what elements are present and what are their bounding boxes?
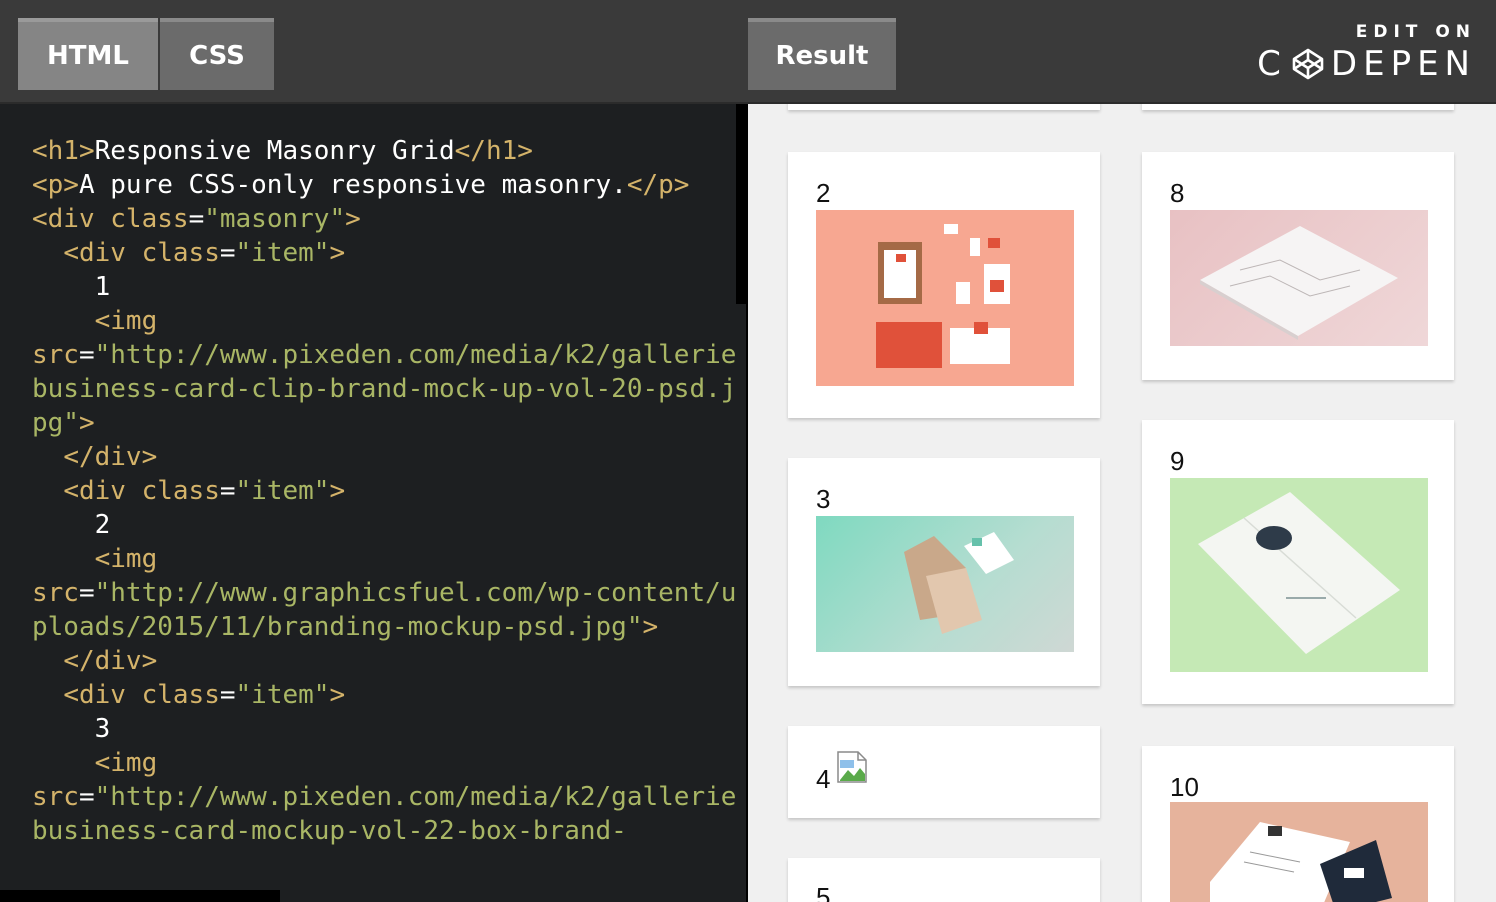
- code-token: A pure CSS-only responsive masonry.: [78, 170, 627, 200]
- top-bar: HTML CSS Result EDIT ON C DEPEN: [0, 0, 1496, 104]
- code-token: class: [141, 476, 220, 506]
- code-token: class: [141, 238, 220, 268]
- item-image: [816, 210, 1074, 386]
- code-token: </div>: [63, 442, 158, 472]
- item-number: 10: [1170, 772, 1199, 802]
- result-preview[interactable]: 2 3 4 5 8 9 10: [748, 104, 1496, 902]
- code-token: =: [188, 204, 205, 234]
- tab-html[interactable]: HTML: [18, 18, 158, 90]
- code-token: =: [219, 680, 236, 710]
- item-number: 2: [816, 178, 831, 208]
- code-token: 1: [94, 272, 111, 302]
- code-token: 2: [94, 510, 111, 540]
- code-token: >: [345, 204, 361, 234]
- masonry-item: 5: [788, 858, 1100, 902]
- masonry-item: 3: [788, 458, 1100, 686]
- code-token: =: [78, 578, 95, 608]
- editor-horizontal-scrollbar[interactable]: [0, 890, 280, 902]
- edit-on-label: EDIT ON: [1355, 22, 1476, 42]
- code-token: =: [219, 238, 236, 268]
- code-token: =: [219, 476, 236, 506]
- code-token: </p>: [626, 170, 690, 200]
- folded-card-image: [1198, 492, 1400, 654]
- code-token: =: [78, 340, 95, 370]
- masonry-item: 9: [1142, 420, 1454, 704]
- code-token: <img: [94, 306, 158, 336]
- code-token: "masonry": [204, 204, 346, 234]
- code-token: >: [329, 680, 346, 710]
- masonry-item: 8: [1142, 152, 1454, 380]
- code-token: <h1>: [32, 136, 95, 166]
- code-token: >: [642, 612, 659, 642]
- broken-image-icon: [837, 751, 867, 783]
- code-token: <div: [63, 476, 142, 506]
- letterhead-mockup-image: [1210, 822, 1392, 902]
- code-token: >: [329, 238, 346, 268]
- code-token: Responsive Masonry Grid: [94, 136, 455, 166]
- codepen-logo-c: C: [1257, 44, 1287, 84]
- code-token: >: [329, 476, 346, 506]
- code-token: <div: [32, 204, 111, 234]
- code-token: =: [78, 782, 95, 812]
- code-token: src: [32, 782, 79, 812]
- masonry-item: [1142, 104, 1454, 110]
- code-token: <p>: [32, 170, 79, 200]
- business-card-box-image: [904, 532, 1014, 634]
- code-token: <div: [63, 238, 142, 268]
- code-token: src: [32, 340, 79, 370]
- item-number: 9: [1170, 446, 1185, 476]
- code-token: "http://www.graphicsfuel.com/wp-content/…: [32, 578, 737, 642]
- masonry-item: 10: [1142, 746, 1454, 902]
- codepen-logo: C DEPEN: [1257, 44, 1476, 84]
- codepen-cube-icon: [1292, 48, 1324, 80]
- html-editor[interactable]: <h1>Responsive Masonry Grid</h1> <p>A pu…: [0, 104, 748, 902]
- code-token: class: [141, 680, 220, 710]
- codepen-logo-rest: DEPEN: [1330, 44, 1476, 84]
- html-code[interactable]: <h1>Responsive Masonry Grid</h1> <p>A pu…: [32, 134, 738, 848]
- code-token: "item": [235, 680, 330, 710]
- masonry-item: 2: [788, 152, 1100, 418]
- item-number: 3: [816, 484, 831, 514]
- code-token: 3: [94, 714, 111, 744]
- code-token: </h1>: [454, 136, 533, 166]
- code-token: >: [78, 408, 95, 438]
- item-number: 8: [1170, 178, 1185, 208]
- code-token: </div>: [63, 646, 158, 676]
- item-image: [1170, 210, 1428, 346]
- code-token: "http://www.pixeden.com/media/k2/galleri…: [32, 340, 737, 438]
- code-token: class: [110, 204, 189, 234]
- item-image: [1170, 802, 1428, 902]
- code-token: "item": [235, 476, 330, 506]
- item-image: [816, 516, 1074, 652]
- code-token: "http://www.pixeden.com/media/k2/galleri…: [32, 782, 737, 846]
- tab-result[interactable]: Result: [748, 18, 896, 90]
- code-token: <div: [63, 680, 142, 710]
- branding-mockup-image: [876, 224, 1010, 368]
- editor-vertical-scrollbar[interactable]: [736, 104, 746, 304]
- stationery-mockup-image: [1200, 226, 1398, 340]
- code-token: "item": [235, 238, 330, 268]
- code-token: <img: [94, 748, 158, 778]
- tab-css[interactable]: CSS: [160, 18, 274, 90]
- item-number: 5: [816, 882, 831, 902]
- masonry-item: [788, 104, 1100, 110]
- masonry-item: 4: [788, 726, 1100, 818]
- code-token: <img: [94, 544, 158, 574]
- code-token: src: [32, 578, 79, 608]
- edit-on-codepen-link[interactable]: EDIT ON C DEPEN: [1257, 22, 1476, 84]
- item-number: 4: [816, 764, 831, 794]
- item-image: [1170, 478, 1428, 672]
